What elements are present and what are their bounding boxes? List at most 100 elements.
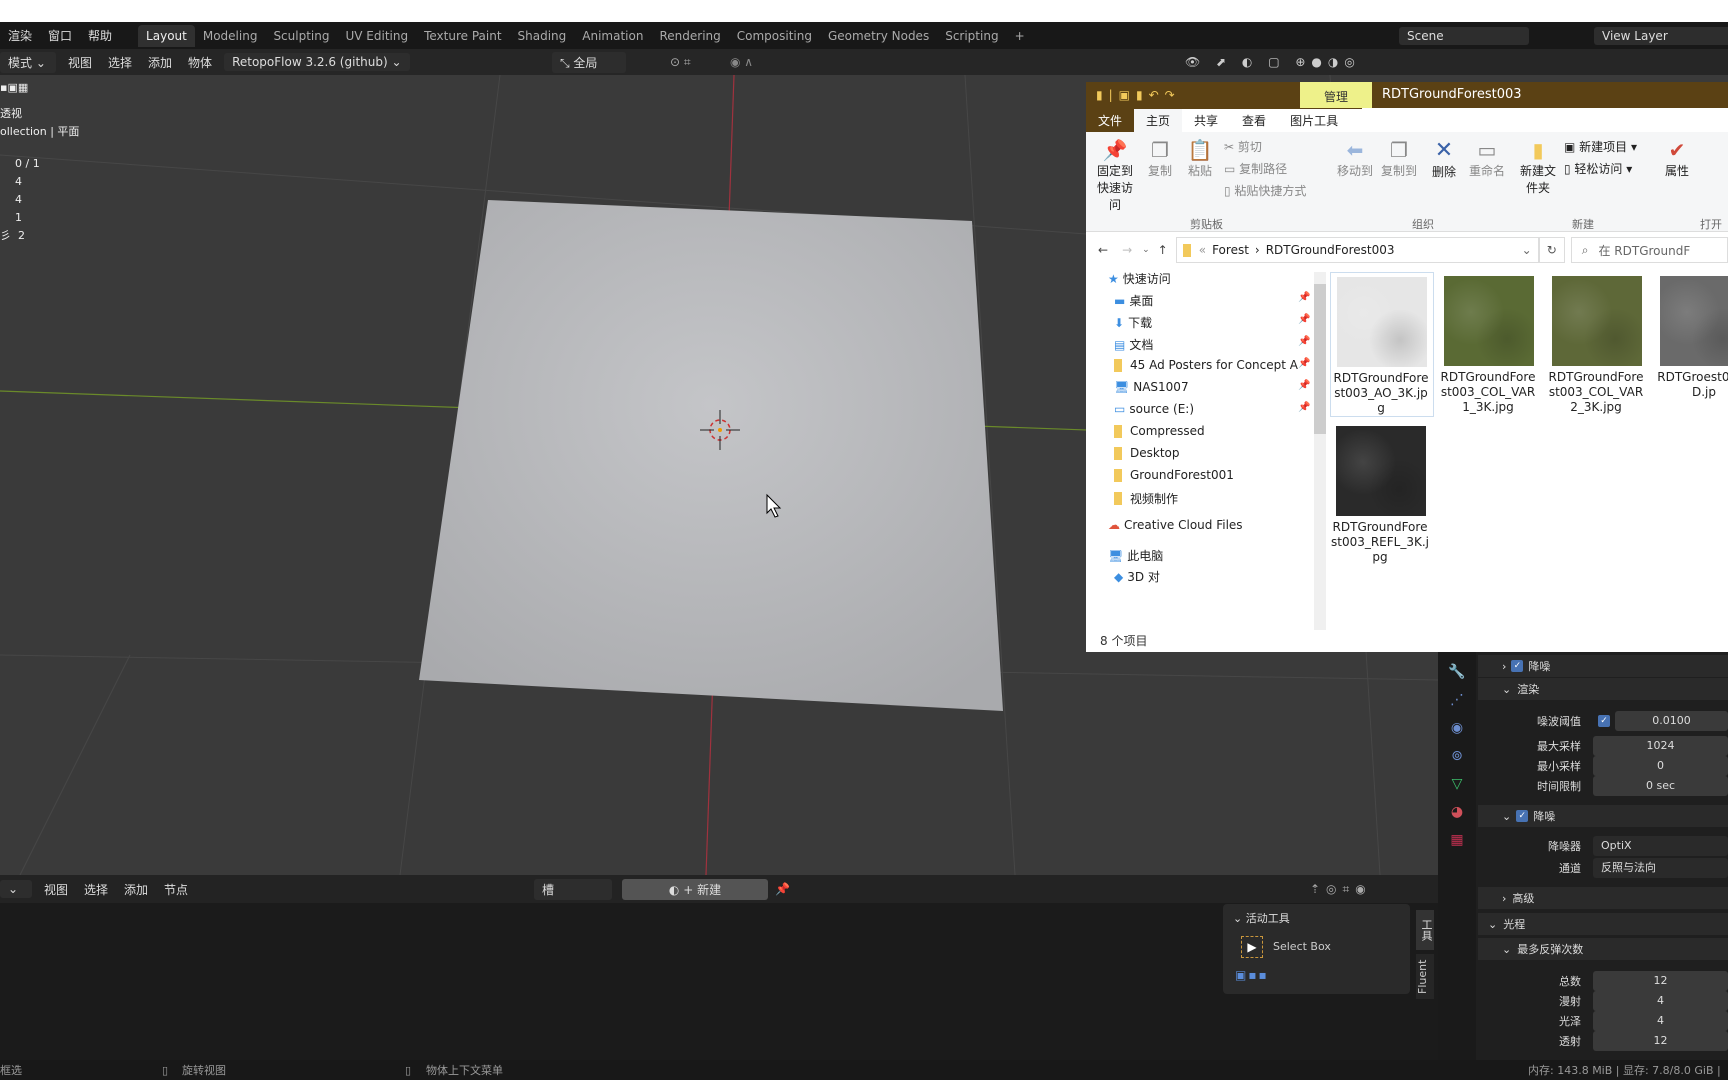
- nav-item[interactable]: 视频制作: [1114, 490, 1178, 507]
- path-segment-forest[interactable]: Forest: [1212, 243, 1249, 257]
- copy-to-button[interactable]: ❐ 复制到: [1378, 138, 1420, 179]
- file-item[interactable]: RDTGroundForest003_AO_3K.jpg: [1330, 272, 1434, 417]
- nav-item[interactable]: 🖥 NAS1007: [1114, 380, 1189, 394]
- path-segment-current[interactable]: RDTGroundForest003: [1266, 243, 1395, 257]
- property-value-field[interactable]: 4: [1593, 1011, 1728, 1031]
- node-menu-select[interactable]: 选择: [76, 881, 116, 898]
- checkbox[interactable]: ✓: [1598, 715, 1610, 727]
- nav-item[interactable]: 🖥 此电脑: [1108, 547, 1163, 564]
- menu-render[interactable]: 渲染: [0, 27, 40, 44]
- nav-item[interactable]: ◆ 3D 对: [1114, 568, 1160, 585]
- tab-texture-paint[interactable]: Texture Paint: [416, 25, 509, 47]
- up-button[interactable]: ↑: [1158, 243, 1168, 257]
- quick-access-toolbar-icons[interactable]: ▮|▣▮↶↷: [1096, 88, 1181, 102]
- refresh-button[interactable]: ↻: [1538, 237, 1565, 263]
- nav-item[interactable]: ▭ source (E:): [1114, 402, 1194, 416]
- nav-item[interactable]: ☁ Creative Cloud Files: [1108, 518, 1243, 532]
- recent-locations-button[interactable]: ⌄: [1142, 245, 1150, 255]
- file-item[interactable]: RDTGroundForest003_REFL_3K.jpg: [1330, 422, 1434, 567]
- paste-shortcut-button[interactable]: ▯ 粘贴快捷方式: [1224, 182, 1306, 199]
- paste-button[interactable]: 📋 粘贴: [1182, 138, 1218, 179]
- scene-selector[interactable]: Scene: [1399, 26, 1529, 45]
- property-value-field[interactable]: 1024: [1593, 736, 1728, 756]
- menu-select[interactable]: 选择: [100, 54, 140, 71]
- cut-button[interactable]: ✂ 剪切: [1224, 138, 1262, 155]
- nav-item[interactable]: 45 Ad Posters for Concept A: [1114, 358, 1298, 372]
- checkbox[interactable]: ✓: [1511, 660, 1524, 672]
- file-item[interactable]: RDTGroest003_D.jp: [1654, 272, 1728, 417]
- copy-button[interactable]: ❐ 复制: [1142, 138, 1178, 179]
- menu-help[interactable]: 帮助: [80, 27, 120, 44]
- panel-section[interactable]: › 高级: [1478, 887, 1728, 909]
- nav-item[interactable]: GroundForest001: [1114, 468, 1234, 482]
- address-bar[interactable]: « Forest › RDTGroundForest003 ⌄: [1175, 237, 1539, 263]
- tab-file[interactable]: 文件: [1086, 109, 1135, 132]
- pin-to-quick-access-button[interactable]: 📌 固定到快速访问: [1092, 138, 1138, 213]
- proportional-edit-icon[interactable]: ◉ ∧: [730, 55, 753, 69]
- menu-window[interactable]: 窗口: [40, 27, 80, 44]
- forward-button[interactable]: →: [1122, 243, 1132, 257]
- panel-section[interactable]: ⌄ 最多反弹次数: [1478, 938, 1728, 960]
- manage-tab[interactable]: 管理: [1300, 82, 1372, 108]
- node-menu-node[interactable]: 节点: [156, 881, 196, 898]
- checkbox[interactable]: ✓: [1516, 810, 1529, 822]
- node-header-tools-icons[interactable]: ⇡◎⌗◉: [1310, 882, 1372, 897]
- nav-item[interactable]: ▬ 桌面: [1114, 292, 1153, 309]
- nav-item[interactable]: Desktop: [1114, 446, 1180, 460]
- viewport-shading-icons[interactable]: 👁 ⬈ ◐ ▢ ⊕●◑◎: [1185, 55, 1361, 69]
- editor-type-dropdown[interactable]: ⌄: [0, 880, 32, 898]
- pin-icon[interactable]: 📌: [775, 882, 790, 896]
- select-box-icon[interactable]: ▶: [1241, 936, 1263, 958]
- tab-home[interactable]: 主页: [1134, 109, 1183, 132]
- tab-layout[interactable]: Layout: [138, 24, 195, 47]
- menu-object[interactable]: 物体: [180, 54, 220, 71]
- move-to-button[interactable]: ⬅ 移动到: [1334, 138, 1376, 179]
- nav-item[interactable]: ⬇ 下载: [1114, 314, 1152, 331]
- tab-animation[interactable]: Animation: [574, 25, 651, 47]
- active-tool-section[interactable]: ⌄ 活动工具: [1233, 910, 1290, 926]
- file-item[interactable]: RDTGroundForest003_COL_VAR1_3K.jpg: [1438, 272, 1542, 417]
- panel-section[interactable]: › ✓ 降噪: [1478, 655, 1728, 677]
- add-workspace-icon[interactable]: +: [1007, 25, 1033, 47]
- tab-modeling[interactable]: Modeling: [195, 25, 266, 47]
- property-value-field[interactable]: 12: [1593, 971, 1728, 991]
- rename-button[interactable]: ▭ 重命名: [1466, 138, 1508, 179]
- tab-uv-editing[interactable]: UV Editing: [337, 25, 416, 47]
- tab-picture-tools[interactable]: 图片工具: [1278, 109, 1363, 132]
- search-box[interactable]: ⌕ 在 RDTGroundF: [1570, 237, 1728, 263]
- nav-item[interactable]: ★ 快速访问: [1108, 270, 1171, 287]
- node-menu-add[interactable]: 添加: [116, 881, 156, 898]
- easy-access-button[interactable]: ▯ 轻松访问 ▾: [1564, 160, 1632, 177]
- nav-scrollbar[interactable]: [1314, 272, 1326, 630]
- panel-section[interactable]: ⌄ ✓ 降噪: [1478, 805, 1728, 827]
- property-value-field[interactable]: 反照与法向: [1593, 858, 1728, 878]
- tab-compositing[interactable]: Compositing: [729, 25, 820, 47]
- select-mode-icons[interactable]: ▪▣▦: [0, 79, 28, 97]
- delete-button[interactable]: ✕ 删除: [1426, 138, 1462, 180]
- tab-share[interactable]: 共享: [1182, 109, 1231, 132]
- panel-section[interactable]: ⌄ 渲染: [1478, 678, 1728, 700]
- property-value-field[interactable]: 0: [1593, 756, 1728, 776]
- tab-shading[interactable]: Shading: [510, 25, 575, 47]
- tab-rendering[interactable]: Rendering: [651, 25, 728, 47]
- tab-view[interactable]: 查看: [1230, 109, 1279, 132]
- property-value-field[interactable]: OptiX: [1593, 836, 1728, 856]
- new-material-button[interactable]: ◐ + 新建: [622, 878, 768, 900]
- mode-selector[interactable]: 模式 ⌄: [0, 51, 56, 73]
- copy-path-button[interactable]: ▭ 复制路径: [1224, 160, 1287, 177]
- menu-add[interactable]: 添加: [140, 54, 180, 71]
- nav-item[interactable]: Compressed: [1114, 424, 1205, 438]
- property-value-field[interactable]: 0.0100: [1615, 711, 1728, 731]
- tab-fluent[interactable]: Fluent: [1416, 954, 1434, 999]
- back-button[interactable]: ←: [1098, 243, 1108, 257]
- plane-object[interactable]: [419, 200, 1003, 711]
- snap-icon[interactable]: ⊙ ⌗: [670, 55, 691, 70]
- node-menu-view[interactable]: 视图: [36, 881, 76, 898]
- tab-geometry-nodes[interactable]: Geometry Nodes: [820, 25, 937, 47]
- file-item[interactable]: RDTGroundForest003_COL_VAR2_3K.jpg: [1546, 272, 1650, 417]
- menu-view[interactable]: 视图: [60, 54, 100, 71]
- view-layer-selector[interactable]: View Layer: [1594, 26, 1728, 45]
- panel-section[interactable]: ⌄ 光程: [1478, 913, 1728, 935]
- slot-dropdown[interactable]: 槽: [534, 878, 612, 900]
- property-value-field[interactable]: 0 sec: [1593, 776, 1728, 796]
